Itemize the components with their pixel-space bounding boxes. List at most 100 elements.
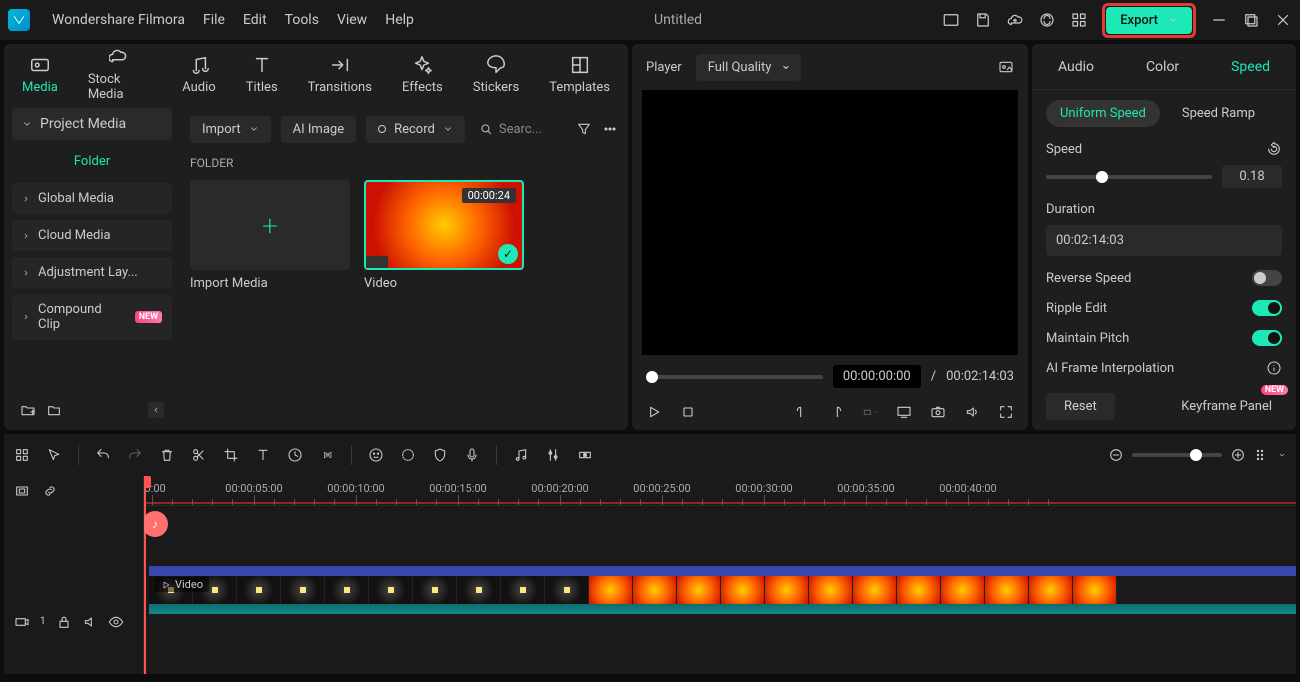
view-options-icon[interactable]	[1254, 447, 1270, 463]
filter-icon[interactable]	[576, 121, 592, 137]
import-button[interactable]: Import	[190, 116, 271, 143]
timeline-tracks[interactable]: 00:0000:00:05:0000:00:10:0000:00:15:0000…	[144, 476, 1296, 674]
zoom-in-icon[interactable]	[1230, 447, 1246, 463]
sidebar-folder-label[interactable]: Folder	[12, 146, 172, 177]
close-icon[interactable]	[1274, 11, 1292, 29]
more-tools-icon[interactable]	[319, 447, 335, 463]
ratio-icon[interactable]	[862, 404, 878, 420]
duration-input[interactable]: 00:02:14:03	[1046, 225, 1282, 256]
layout-icon[interactable]	[942, 11, 960, 29]
tab-transitions[interactable]: Transitions	[308, 54, 372, 95]
visibility-icon[interactable]	[108, 614, 124, 630]
tab-stock-media[interactable]: Stock Media	[88, 46, 152, 102]
search-box[interactable]	[479, 122, 566, 137]
speed-value[interactable]: 0.18	[1222, 165, 1282, 188]
search-input[interactable]	[499, 122, 559, 137]
auto-ripple-icon[interactable]	[14, 483, 30, 499]
stop-icon[interactable]	[680, 404, 696, 420]
zoom-slider[interactable]	[1132, 453, 1222, 457]
tab-stickers[interactable]: Stickers	[473, 54, 519, 95]
menu-view[interactable]: View	[337, 12, 367, 28]
tab-titles[interactable]: Titles	[246, 54, 278, 95]
sidebar-item-global-media[interactable]: Global Media	[12, 183, 172, 214]
collapse-sidebar-icon[interactable]	[148, 402, 164, 418]
support-icon[interactable]	[1038, 11, 1056, 29]
link-icon[interactable]	[42, 483, 58, 499]
split-icon[interactable]	[191, 447, 207, 463]
mic-icon[interactable]	[464, 447, 480, 463]
ai-image-button[interactable]: AI Image	[281, 116, 356, 143]
fullscreen-icon[interactable]	[998, 404, 1014, 420]
menu-help[interactable]: Help	[385, 12, 414, 28]
chevron-down-icon[interactable]	[1278, 451, 1286, 459]
menu-file[interactable]: File	[203, 12, 225, 28]
preview-seek-slider[interactable]	[646, 375, 823, 379]
video-clip[interactable]: Video	[149, 566, 1296, 614]
video-thumb-card[interactable]: 00:00:24 ✓ Video	[364, 180, 524, 291]
speed-slider[interactable]	[1046, 175, 1212, 179]
magnet-icon[interactable]	[14, 447, 30, 463]
info-icon[interactable]	[1266, 360, 1282, 376]
tab-audio-props[interactable]: Audio	[1048, 59, 1104, 75]
more-icon[interactable]	[602, 121, 618, 137]
minimize-icon[interactable]	[1210, 11, 1228, 29]
cloud-icon[interactable]	[1006, 11, 1024, 29]
tab-speed-props[interactable]: Speed	[1221, 59, 1280, 75]
volume-icon[interactable]	[964, 404, 980, 420]
video-track-icon[interactable]	[14, 614, 30, 630]
bin-icon[interactable]	[46, 402, 62, 418]
tab-effects[interactable]: Effects	[402, 54, 443, 95]
keyframe-icon[interactable]	[577, 447, 593, 463]
menu-edit[interactable]: Edit	[243, 12, 267, 28]
cursor-icon[interactable]	[46, 447, 62, 463]
preview-viewport[interactable]	[642, 90, 1018, 355]
pitch-toggle[interactable]	[1252, 330, 1282, 346]
import-media-card[interactable]: + Import Media	[190, 180, 350, 291]
tab-templates[interactable]: Templates	[549, 54, 610, 95]
reverse-toggle[interactable]	[1252, 270, 1282, 286]
music-icon[interactable]	[513, 447, 529, 463]
undo-icon[interactable]	[95, 447, 111, 463]
keyframe-panel-button[interactable]: Keyframe Panel NEW	[1171, 393, 1282, 420]
sidebar-item-compound-clip[interactable]: Compound ClipNEW	[12, 294, 172, 340]
delete-icon[interactable]	[159, 447, 175, 463]
reset-button[interactable]: Reset	[1046, 393, 1115, 420]
apps-icon[interactable]	[1070, 11, 1088, 29]
mark-in-icon[interactable]	[794, 404, 810, 420]
save-icon[interactable]	[974, 11, 992, 29]
snapshot-icon[interactable]	[998, 59, 1014, 75]
sidebar-item-adjustment-layer[interactable]: Adjustment Lay...	[12, 257, 172, 288]
mute-icon[interactable]	[82, 614, 98, 630]
quality-select[interactable]: Full Quality	[696, 54, 802, 81]
chip-speed-ramp[interactable]: Speed Ramp	[1168, 100, 1269, 127]
redo-icon[interactable]	[127, 447, 143, 463]
shield-icon[interactable]	[432, 447, 448, 463]
tab-color-props[interactable]: Color	[1136, 59, 1189, 75]
camera-icon[interactable]	[930, 404, 946, 420]
export-button[interactable]: Export	[1106, 7, 1192, 34]
chip-uniform-speed[interactable]: Uniform Speed	[1046, 100, 1160, 127]
crop-icon[interactable]	[223, 447, 239, 463]
maximize-icon[interactable]	[1242, 11, 1260, 29]
lock-icon[interactable]	[56, 614, 72, 630]
ai-face-icon[interactable]	[368, 447, 384, 463]
new-folder-icon[interactable]	[20, 402, 36, 418]
reset-speed-icon[interactable]	[1266, 141, 1282, 157]
speed-icon[interactable]	[287, 447, 303, 463]
display-icon[interactable]	[896, 404, 912, 420]
record-button[interactable]: Record	[366, 116, 465, 143]
ripple-toggle[interactable]	[1252, 300, 1282, 316]
menu-tools[interactable]: Tools	[285, 12, 319, 28]
text-icon[interactable]	[255, 447, 271, 463]
sidebar-item-cloud-media[interactable]: Cloud Media	[12, 220, 172, 251]
mixer-icon[interactable]	[545, 447, 561, 463]
tab-audio[interactable]: Audio	[182, 54, 215, 95]
mark-out-icon[interactable]	[828, 404, 844, 420]
playhead[interactable]	[144, 476, 146, 674]
zoom-out-icon[interactable]	[1108, 447, 1124, 463]
sidebar-project-media[interactable]: Project Media	[12, 108, 172, 140]
play-icon[interactable]	[646, 404, 662, 420]
color-icon[interactable]	[400, 447, 416, 463]
tab-media[interactable]: Media	[22, 54, 58, 95]
audio-knob[interactable]: ♪	[144, 511, 168, 537]
